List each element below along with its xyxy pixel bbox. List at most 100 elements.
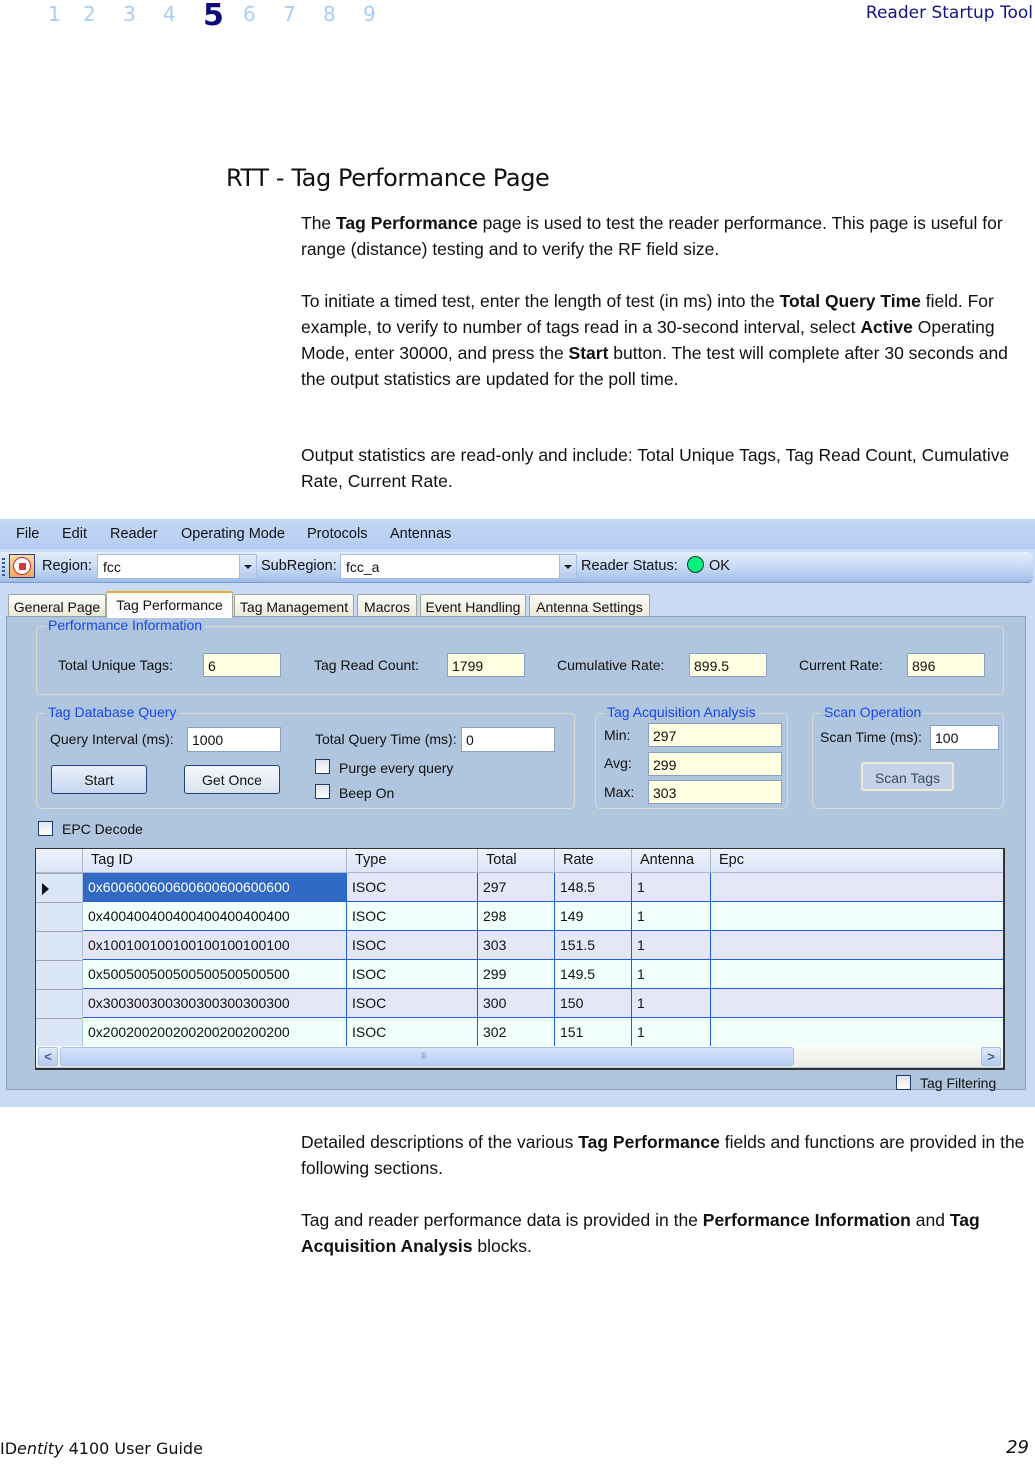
beep-on-checkbox[interactable] [315, 784, 330, 799]
chapter-link[interactable]: 2 [83, 2, 96, 26]
antenna-cell[interactable]: 1 [632, 960, 711, 989]
rate-cell[interactable]: 149 [555, 902, 632, 931]
tab-macros[interactable]: Macros [357, 594, 417, 616]
antenna-cell[interactable]: 1 [632, 989, 711, 1018]
epc-cell[interactable] [711, 931, 1003, 960]
type-cell[interactable]: ISOC [347, 931, 478, 960]
tag-grid: Tag ID Type Total Rate Antenna Epc 0x600… [35, 848, 1005, 1070]
table-row[interactable]: 0x600600600600600600600600 ISOC 297 148.5 1 [36, 873, 1003, 902]
group-title: Scan Operation [822, 704, 924, 720]
scroll-right-icon[interactable]: > [981, 1047, 1001, 1066]
tag-read-count-field: 1799 [447, 653, 525, 677]
rate-cell[interactable]: 151.5 [555, 931, 632, 960]
tag-id-cell[interactable]: 0x100100100100100100100100 [83, 931, 347, 960]
type-cell[interactable]: ISOC [347, 1018, 478, 1047]
row-header[interactable] [36, 902, 82, 931]
row-header[interactable] [36, 873, 82, 902]
chapter-link-active[interactable]: 5 [203, 0, 224, 33]
column-header-rate[interactable]: Rate [555, 849, 632, 872]
tab-event-handling[interactable]: Event Handling [420, 594, 526, 616]
menu-operating-mode[interactable]: Operating Mode [181, 526, 285, 542]
menu-antennas[interactable]: Antennas [390, 526, 451, 542]
antenna-cell[interactable]: 1 [632, 873, 711, 902]
menu-edit[interactable]: Edit [62, 526, 87, 542]
total-cell[interactable]: 298 [478, 902, 555, 931]
rate-cell[interactable]: 150 [555, 989, 632, 1018]
chapter-link[interactable]: 8 [323, 2, 336, 26]
table-row[interactable]: 0x200200200200200200200200 ISOC 302 151 1 [36, 1018, 1003, 1047]
type-cell[interactable]: ISOC [347, 873, 478, 902]
tag-id-cell[interactable]: 0x600600600600600600600600 [83, 873, 347, 902]
epc-cell[interactable] [711, 902, 1003, 931]
column-header-total[interactable]: Total [478, 849, 555, 872]
rate-cell[interactable]: 149.5 [555, 960, 632, 989]
toolbar-grip-icon[interactable] [2, 558, 5, 576]
column-header-type[interactable]: Type [347, 849, 478, 872]
region-select[interactable]: fcc [97, 554, 257, 579]
start-button[interactable]: Start [51, 765, 147, 794]
column-header-tag-id[interactable]: Tag ID [83, 849, 347, 872]
tab-tag-management[interactable]: Tag Management [234, 594, 354, 616]
tag-filtering-checkbox[interactable] [896, 1075, 911, 1090]
tab-tag-performance[interactable]: Tag Performance [106, 591, 233, 618]
row-header[interactable] [36, 931, 82, 960]
tag-id-cell[interactable]: 0x400400400400400400400400 [83, 902, 347, 931]
table-row[interactable]: 0x100100100100100100100100 ISOC 303 151.5 1 [36, 931, 1003, 960]
rate-cell[interactable]: 148.5 [555, 873, 632, 902]
tag-id-cell[interactable]: 0x500500500500500500500500 [83, 960, 347, 989]
table-row[interactable]: 0x400400400400400400400400 ISOC 298 149 1 [36, 902, 1003, 931]
menu-file[interactable]: File [16, 526, 39, 542]
chevron-down-icon[interactable] [559, 555, 576, 578]
row-header[interactable] [36, 960, 82, 989]
antenna-cell[interactable]: 1 [632, 902, 711, 931]
epc-cell[interactable] [711, 960, 1003, 989]
tag-id-cell[interactable]: 0x300300300300300300300300 [83, 989, 347, 1018]
epc-cell[interactable] [711, 1018, 1003, 1047]
min-label: Min: [604, 727, 631, 743]
chapter-link[interactable]: 3 [123, 2, 136, 26]
chapter-link[interactable]: 1 [48, 2, 61, 26]
scan-tags-button[interactable]: Scan Tags [861, 762, 954, 791]
antenna-cell[interactable]: 1 [632, 1018, 711, 1047]
chapter-link[interactable]: 6 [243, 2, 256, 26]
menu-protocols[interactable]: Protocols [307, 526, 367, 542]
total-query-time-input[interactable]: 0 [461, 727, 555, 752]
chapter-link[interactable]: 9 [363, 2, 376, 26]
scrollbar-thumb[interactable]: III [60, 1047, 794, 1066]
epc-cell[interactable] [711, 873, 1003, 902]
total-cell[interactable]: 302 [478, 1018, 555, 1047]
column-header-epc[interactable]: Epc [711, 849, 1003, 872]
row-header[interactable] [36, 1018, 82, 1047]
query-interval-input[interactable]: 1000 [187, 727, 281, 752]
toolbar: Region: fcc SubRegion: fcc_a Reader Stat… [0, 552, 1033, 583]
menu-reader[interactable]: Reader [110, 526, 158, 542]
table-row[interactable]: 0x300300300300300300300300 ISOC 300 150 1 [36, 989, 1003, 1018]
total-cell[interactable]: 299 [478, 960, 555, 989]
tab-general-page[interactable]: General Page [8, 594, 106, 616]
type-cell[interactable]: ISOC [347, 960, 478, 989]
total-cell[interactable]: 300 [478, 989, 555, 1018]
subregion-select[interactable]: fcc_a [340, 554, 577, 579]
chapter-link[interactable]: 7 [283, 2, 296, 26]
table-row[interactable]: 0x500500500500500500500500 ISOC 299 149.5 1 [36, 960, 1003, 989]
antenna-cell[interactable]: 1 [632, 931, 711, 960]
scroll-left-icon[interactable]: < [38, 1047, 58, 1066]
purge-every-query-checkbox[interactable] [315, 759, 330, 774]
tag-id-cell[interactable]: 0x200200200200200200200200 [83, 1018, 347, 1047]
stop-button[interactable] [9, 554, 35, 578]
chevron-down-icon[interactable] [239, 555, 256, 578]
total-cell[interactable]: 303 [478, 931, 555, 960]
column-header-antenna[interactable]: Antenna [632, 849, 711, 872]
chapter-link[interactable]: 4 [163, 2, 176, 26]
type-cell[interactable]: ISOC [347, 902, 478, 931]
total-cell[interactable]: 297 [478, 873, 555, 902]
horizontal-scrollbar[interactable]: < III > [36, 1046, 1003, 1067]
rate-cell[interactable]: 151 [555, 1018, 632, 1047]
epc-decode-checkbox[interactable] [38, 821, 53, 836]
get-once-button[interactable]: Get Once [184, 765, 280, 794]
scan-time-input[interactable]: 100 [930, 725, 999, 750]
type-cell[interactable]: ISOC [347, 989, 478, 1018]
tab-antenna-settings[interactable]: Antenna Settings [529, 594, 650, 616]
epc-cell[interactable] [711, 989, 1003, 1018]
row-header[interactable] [36, 989, 82, 1018]
